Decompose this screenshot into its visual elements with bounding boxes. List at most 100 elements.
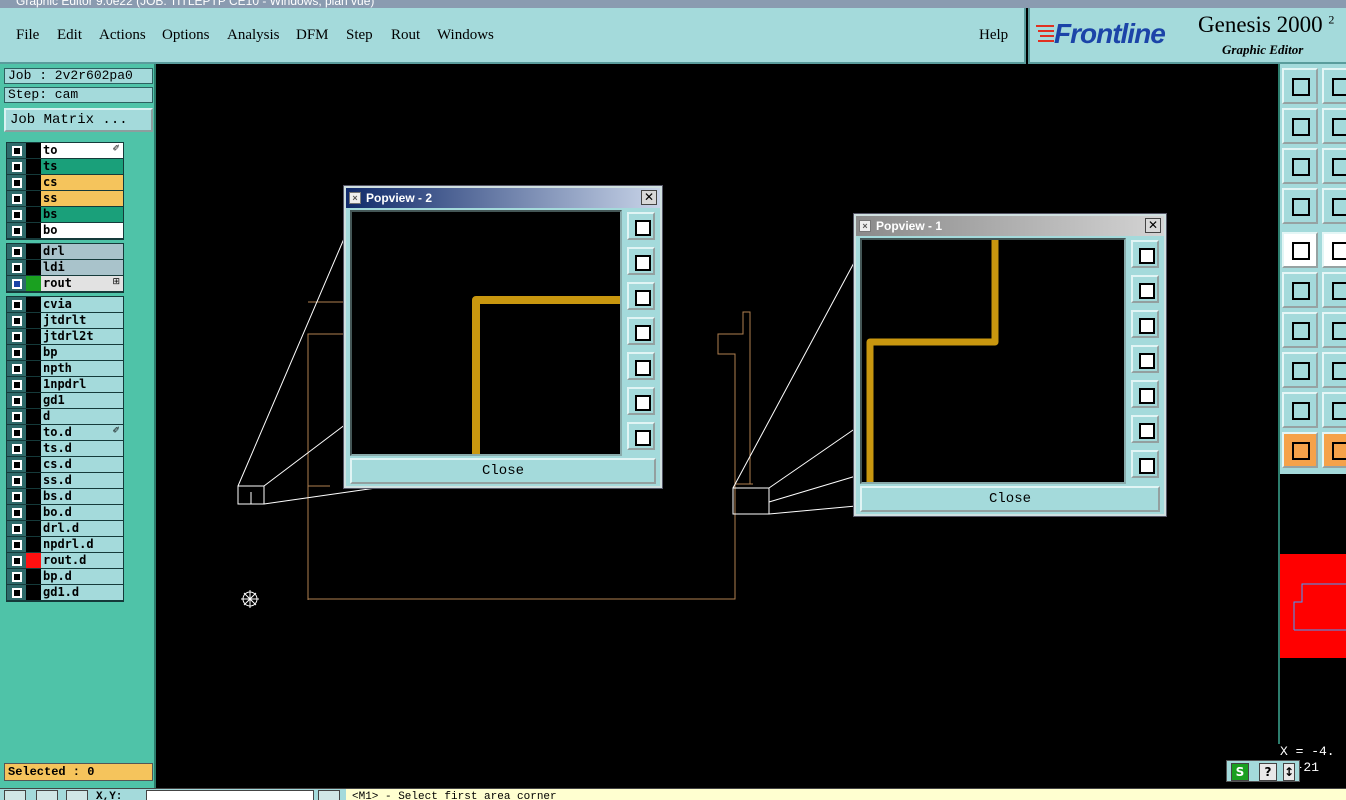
spin-arrows-icon[interactable]: ↕ xyxy=(1283,763,1295,781)
layer-row[interactable]: ss.d xyxy=(7,473,123,489)
layer-row[interactable]: gd1.d xyxy=(7,585,123,601)
layer-checkbox[interactable] xyxy=(12,226,22,236)
layer-checkbox[interactable] xyxy=(12,556,22,566)
zoom-home-icon[interactable] xyxy=(1282,68,1318,104)
zoom-in-icon[interactable] xyxy=(1282,148,1318,184)
layer-row[interactable]: ss xyxy=(7,191,123,207)
layer-checkbox[interactable] xyxy=(12,364,22,374)
menu-actions[interactable]: Actions xyxy=(99,27,146,44)
layer-row[interactable]: npdrl.d xyxy=(7,537,123,553)
layer-name[interactable]: drl.d xyxy=(41,521,123,536)
select-area-icon[interactable] xyxy=(1322,432,1346,468)
layer-color-swatch[interactable] xyxy=(26,260,41,275)
zoom-out-icon[interactable] xyxy=(1322,148,1346,184)
layer-checkbox[interactable] xyxy=(12,348,22,358)
layer-color-swatch[interactable] xyxy=(26,425,41,440)
pan-up-icon[interactable] xyxy=(1131,275,1159,303)
menu-dfm[interactable]: DFM xyxy=(296,27,329,44)
layer-color-swatch[interactable] xyxy=(26,457,41,472)
node-edit-icon[interactable] xyxy=(1282,272,1318,308)
measure-icon[interactable] xyxy=(1282,188,1318,224)
snap-icon[interactable] xyxy=(1282,352,1318,388)
layer-checkbox[interactable] xyxy=(12,316,22,326)
check-icon[interactable] xyxy=(36,790,58,800)
layer-row[interactable]: to.d ✐ xyxy=(7,425,123,441)
layer-row[interactable]: bp xyxy=(7,345,123,361)
layer-checkbox[interactable] xyxy=(12,162,22,172)
layer-row[interactable]: jtdrl2t xyxy=(7,329,123,345)
layer-row[interactable]: cs xyxy=(7,175,123,191)
layer-name[interactable]: ss xyxy=(41,191,123,206)
popview-2-close-icon[interactable]: ✕ xyxy=(641,190,657,205)
xy-input[interactable] xyxy=(146,790,314,800)
layer-color-swatch[interactable] xyxy=(26,313,41,328)
zoom-home-icon[interactable] xyxy=(1131,240,1159,268)
layer-checkbox[interactable] xyxy=(12,210,22,220)
popview-1-close-button[interactable]: Close xyxy=(860,486,1160,512)
layer-color-swatch[interactable] xyxy=(26,175,41,190)
layer-color-swatch[interactable] xyxy=(26,521,41,536)
layer-name[interactable]: cs xyxy=(41,175,123,190)
layer-checkbox[interactable] xyxy=(12,300,22,310)
layer-name[interactable]: ts.d xyxy=(41,441,123,456)
layer-name[interactable]: 1npdrl xyxy=(41,377,123,392)
layer-row[interactable]: ts xyxy=(7,159,123,175)
popview-1-viewport[interactable] xyxy=(860,238,1126,484)
layer-name[interactable]: bo xyxy=(41,223,123,238)
layer-name[interactable]: ldi xyxy=(41,260,123,275)
layer-checkbox[interactable] xyxy=(12,380,22,390)
pad-icon[interactable] xyxy=(1282,232,1318,268)
layer-checkbox[interactable] xyxy=(12,194,22,204)
zoom-out-icon[interactable] xyxy=(627,422,655,450)
layer-name[interactable]: jtdrl2t xyxy=(41,329,123,344)
layer-row[interactable]: ldi xyxy=(7,260,123,276)
layer-color-swatch[interactable] xyxy=(26,143,41,158)
menu-windows[interactable]: Windows xyxy=(437,27,494,44)
layer-color-swatch[interactable] xyxy=(26,345,41,360)
slope-icon[interactable] xyxy=(1322,312,1346,348)
zoom-home-icon[interactable] xyxy=(627,212,655,240)
layer-checkbox[interactable] xyxy=(12,396,22,406)
layer-checkbox[interactable] xyxy=(12,588,22,598)
layer-name[interactable]: rout.d xyxy=(41,553,123,568)
layer-color-swatch[interactable] xyxy=(26,297,41,312)
layer-color-swatch[interactable] xyxy=(26,441,41,456)
select-pointer-icon[interactable] xyxy=(1282,432,1318,468)
popview-2-titlebar[interactable]: × Popview - 2 ✕ xyxy=(346,188,660,208)
pan-down-icon[interactable] xyxy=(627,282,655,310)
layer-row[interactable]: cs.d xyxy=(7,457,123,473)
popview-2-viewport[interactable] xyxy=(350,210,622,456)
pan-up-icon[interactable] xyxy=(627,247,655,275)
snap-toggle-icon[interactable]: S xyxy=(1231,763,1249,781)
layer-row[interactable]: d xyxy=(7,409,123,425)
layer-name[interactable]: ts xyxy=(41,159,123,174)
layer-name[interactable]: to.d ✐ xyxy=(41,425,123,440)
layer-row[interactable]: bo xyxy=(7,223,123,239)
layer-row[interactable]: to ✐ xyxy=(7,143,123,159)
layer-name[interactable]: gd1.d xyxy=(41,585,123,600)
pan-down-icon[interactable] xyxy=(1322,68,1346,104)
window-menu-icon[interactable]: × xyxy=(859,220,871,232)
connect-icon[interactable] xyxy=(1322,352,1346,388)
layer-checkbox[interactable] xyxy=(12,508,22,518)
zoom-in-icon[interactable] xyxy=(1131,415,1159,443)
triangle-icon[interactable] xyxy=(1282,392,1318,428)
pan-down-icon[interactable] xyxy=(1131,310,1159,338)
job-matrix-button[interactable]: Job Matrix ... xyxy=(4,108,153,132)
layer-color-swatch[interactable] xyxy=(26,329,41,344)
layer-checkbox[interactable] xyxy=(12,540,22,550)
pan-right-icon[interactable] xyxy=(1322,108,1346,144)
layer-color-swatch[interactable] xyxy=(26,505,41,520)
layer-name[interactable]: bp.d xyxy=(41,569,123,584)
layer-checkbox[interactable] xyxy=(12,460,22,470)
layer-row[interactable]: drl.d xyxy=(7,521,123,537)
pan-left-icon[interactable] xyxy=(1282,108,1318,144)
zoom-in-icon[interactable] xyxy=(627,387,655,415)
layer-color-swatch[interactable] xyxy=(26,489,41,504)
layer-row[interactable]: bs xyxy=(7,207,123,223)
grid-icon[interactable] xyxy=(1322,188,1346,224)
layer-color-swatch[interactable] xyxy=(26,393,41,408)
layer-color-swatch[interactable] xyxy=(26,569,41,584)
layer-name[interactable]: drl xyxy=(41,244,123,259)
menu-options[interactable]: Options xyxy=(162,27,210,44)
